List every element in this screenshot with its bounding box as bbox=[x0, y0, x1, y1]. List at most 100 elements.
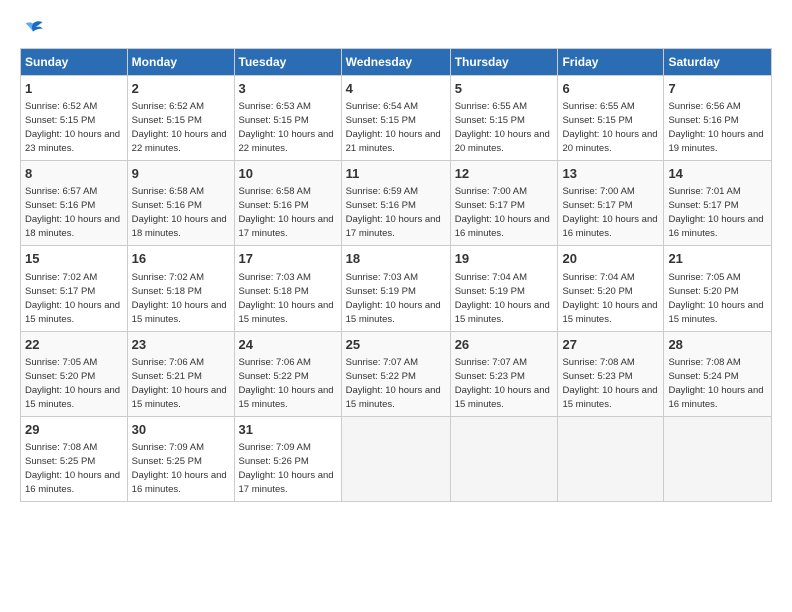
calendar-cell bbox=[558, 416, 664, 501]
day-info: Sunrise: 7:02 AMSunset: 5:18 PMDaylight:… bbox=[132, 272, 227, 325]
day-info: Sunrise: 7:01 AMSunset: 5:17 PMDaylight:… bbox=[668, 186, 763, 239]
calendar-week-row: 1 Sunrise: 6:52 AMSunset: 5:15 PMDayligh… bbox=[21, 76, 772, 161]
calendar-cell: 19 Sunrise: 7:04 AMSunset: 5:19 PMDaylig… bbox=[450, 246, 558, 331]
day-info: Sunrise: 6:52 AMSunset: 5:15 PMDaylight:… bbox=[132, 101, 227, 154]
calendar-cell: 18 Sunrise: 7:03 AMSunset: 5:19 PMDaylig… bbox=[341, 246, 450, 331]
page: SundayMondayTuesdayWednesdayThursdayFrid… bbox=[0, 0, 792, 512]
day-info: Sunrise: 7:05 AMSunset: 5:20 PMDaylight:… bbox=[25, 357, 120, 410]
calendar-cell: 5 Sunrise: 6:55 AMSunset: 5:15 PMDayligh… bbox=[450, 76, 558, 161]
calendar-week-row: 22 Sunrise: 7:05 AMSunset: 5:20 PMDaylig… bbox=[21, 331, 772, 416]
calendar-cell: 26 Sunrise: 7:07 AMSunset: 5:23 PMDaylig… bbox=[450, 331, 558, 416]
calendar-header-row: SundayMondayTuesdayWednesdayThursdayFrid… bbox=[21, 49, 772, 76]
day-info: Sunrise: 6:55 AMSunset: 5:15 PMDaylight:… bbox=[455, 101, 550, 154]
calendar-cell: 14 Sunrise: 7:01 AMSunset: 5:17 PMDaylig… bbox=[664, 161, 772, 246]
day-info: Sunrise: 6:53 AMSunset: 5:15 PMDaylight:… bbox=[239, 101, 334, 154]
calendar-cell: 27 Sunrise: 7:08 AMSunset: 5:23 PMDaylig… bbox=[558, 331, 664, 416]
calendar-cell: 13 Sunrise: 7:00 AMSunset: 5:17 PMDaylig… bbox=[558, 161, 664, 246]
day-info: Sunrise: 7:05 AMSunset: 5:20 PMDaylight:… bbox=[668, 272, 763, 325]
day-number: 31 bbox=[239, 421, 337, 439]
day-number: 13 bbox=[562, 165, 659, 183]
day-number: 20 bbox=[562, 250, 659, 268]
calendar-cell: 9 Sunrise: 6:58 AMSunset: 5:16 PMDayligh… bbox=[127, 161, 234, 246]
calendar-cell: 28 Sunrise: 7:08 AMSunset: 5:24 PMDaylig… bbox=[664, 331, 772, 416]
day-number: 6 bbox=[562, 80, 659, 98]
day-info: Sunrise: 7:08 AMSunset: 5:24 PMDaylight:… bbox=[668, 357, 763, 410]
day-info: Sunrise: 6:56 AMSunset: 5:16 PMDaylight:… bbox=[668, 101, 763, 154]
day-number: 7 bbox=[668, 80, 767, 98]
day-info: Sunrise: 7:06 AMSunset: 5:21 PMDaylight:… bbox=[132, 357, 227, 410]
day-number: 18 bbox=[346, 250, 446, 268]
day-number: 16 bbox=[132, 250, 230, 268]
calendar-cell bbox=[450, 416, 558, 501]
day-number: 4 bbox=[346, 80, 446, 98]
day-info: Sunrise: 7:04 AMSunset: 5:20 PMDaylight:… bbox=[562, 272, 657, 325]
calendar-cell: 21 Sunrise: 7:05 AMSunset: 5:20 PMDaylig… bbox=[664, 246, 772, 331]
day-info: Sunrise: 6:54 AMSunset: 5:15 PMDaylight:… bbox=[346, 101, 441, 154]
logo bbox=[20, 18, 44, 40]
calendar-cell bbox=[341, 416, 450, 501]
day-info: Sunrise: 6:57 AMSunset: 5:16 PMDaylight:… bbox=[25, 186, 120, 239]
calendar-cell: 1 Sunrise: 6:52 AMSunset: 5:15 PMDayligh… bbox=[21, 76, 128, 161]
day-number: 5 bbox=[455, 80, 554, 98]
calendar-cell: 10 Sunrise: 6:58 AMSunset: 5:16 PMDaylig… bbox=[234, 161, 341, 246]
day-number: 2 bbox=[132, 80, 230, 98]
day-number: 21 bbox=[668, 250, 767, 268]
day-number: 23 bbox=[132, 336, 230, 354]
weekday-header: Thursday bbox=[450, 49, 558, 76]
day-number: 8 bbox=[25, 165, 123, 183]
calendar-cell: 11 Sunrise: 6:59 AMSunset: 5:16 PMDaylig… bbox=[341, 161, 450, 246]
day-info: Sunrise: 6:58 AMSunset: 5:16 PMDaylight:… bbox=[132, 186, 227, 239]
calendar-week-row: 29 Sunrise: 7:08 AMSunset: 5:25 PMDaylig… bbox=[21, 416, 772, 501]
day-info: Sunrise: 7:03 AMSunset: 5:18 PMDaylight:… bbox=[239, 272, 334, 325]
day-number: 25 bbox=[346, 336, 446, 354]
day-info: Sunrise: 6:52 AMSunset: 5:15 PMDaylight:… bbox=[25, 101, 120, 154]
day-number: 19 bbox=[455, 250, 554, 268]
logo-bird-icon bbox=[22, 18, 44, 40]
day-info: Sunrise: 7:03 AMSunset: 5:19 PMDaylight:… bbox=[346, 272, 441, 325]
calendar-cell: 8 Sunrise: 6:57 AMSunset: 5:16 PMDayligh… bbox=[21, 161, 128, 246]
day-number: 29 bbox=[25, 421, 123, 439]
calendar-cell: 25 Sunrise: 7:07 AMSunset: 5:22 PMDaylig… bbox=[341, 331, 450, 416]
weekday-header: Saturday bbox=[664, 49, 772, 76]
calendar-cell: 23 Sunrise: 7:06 AMSunset: 5:21 PMDaylig… bbox=[127, 331, 234, 416]
calendar-cell: 3 Sunrise: 6:53 AMSunset: 5:15 PMDayligh… bbox=[234, 76, 341, 161]
calendar-cell: 4 Sunrise: 6:54 AMSunset: 5:15 PMDayligh… bbox=[341, 76, 450, 161]
day-number: 1 bbox=[25, 80, 123, 98]
weekday-header: Monday bbox=[127, 49, 234, 76]
day-number: 15 bbox=[25, 250, 123, 268]
calendar-cell bbox=[664, 416, 772, 501]
day-number: 28 bbox=[668, 336, 767, 354]
day-info: Sunrise: 6:58 AMSunset: 5:16 PMDaylight:… bbox=[239, 186, 334, 239]
calendar-table: SundayMondayTuesdayWednesdayThursdayFrid… bbox=[20, 48, 772, 502]
calendar-cell: 2 Sunrise: 6:52 AMSunset: 5:15 PMDayligh… bbox=[127, 76, 234, 161]
calendar-cell: 31 Sunrise: 7:09 AMSunset: 5:26 PMDaylig… bbox=[234, 416, 341, 501]
day-info: Sunrise: 7:02 AMSunset: 5:17 PMDaylight:… bbox=[25, 272, 120, 325]
calendar-cell: 12 Sunrise: 7:00 AMSunset: 5:17 PMDaylig… bbox=[450, 161, 558, 246]
day-info: Sunrise: 7:08 AMSunset: 5:25 PMDaylight:… bbox=[25, 442, 120, 495]
day-info: Sunrise: 7:00 AMSunset: 5:17 PMDaylight:… bbox=[455, 186, 550, 239]
calendar-cell: 6 Sunrise: 6:55 AMSunset: 5:15 PMDayligh… bbox=[558, 76, 664, 161]
day-info: Sunrise: 7:06 AMSunset: 5:22 PMDaylight:… bbox=[239, 357, 334, 410]
calendar-cell: 24 Sunrise: 7:06 AMSunset: 5:22 PMDaylig… bbox=[234, 331, 341, 416]
calendar-week-row: 15 Sunrise: 7:02 AMSunset: 5:17 PMDaylig… bbox=[21, 246, 772, 331]
day-info: Sunrise: 7:04 AMSunset: 5:19 PMDaylight:… bbox=[455, 272, 550, 325]
calendar-cell: 15 Sunrise: 7:02 AMSunset: 5:17 PMDaylig… bbox=[21, 246, 128, 331]
day-number: 3 bbox=[239, 80, 337, 98]
day-info: Sunrise: 7:08 AMSunset: 5:23 PMDaylight:… bbox=[562, 357, 657, 410]
day-info: Sunrise: 7:07 AMSunset: 5:23 PMDaylight:… bbox=[455, 357, 550, 410]
day-info: Sunrise: 6:59 AMSunset: 5:16 PMDaylight:… bbox=[346, 186, 441, 239]
weekday-header: Friday bbox=[558, 49, 664, 76]
calendar-week-row: 8 Sunrise: 6:57 AMSunset: 5:16 PMDayligh… bbox=[21, 161, 772, 246]
day-info: Sunrise: 7:07 AMSunset: 5:22 PMDaylight:… bbox=[346, 357, 441, 410]
weekday-header: Tuesday bbox=[234, 49, 341, 76]
day-number: 17 bbox=[239, 250, 337, 268]
day-info: Sunrise: 7:09 AMSunset: 5:26 PMDaylight:… bbox=[239, 442, 334, 495]
day-info: Sunrise: 7:09 AMSunset: 5:25 PMDaylight:… bbox=[132, 442, 227, 495]
calendar-cell: 7 Sunrise: 6:56 AMSunset: 5:16 PMDayligh… bbox=[664, 76, 772, 161]
calendar-cell: 30 Sunrise: 7:09 AMSunset: 5:25 PMDaylig… bbox=[127, 416, 234, 501]
day-number: 22 bbox=[25, 336, 123, 354]
day-number: 27 bbox=[562, 336, 659, 354]
weekday-header: Wednesday bbox=[341, 49, 450, 76]
calendar-cell: 29 Sunrise: 7:08 AMSunset: 5:25 PMDaylig… bbox=[21, 416, 128, 501]
day-info: Sunrise: 7:00 AMSunset: 5:17 PMDaylight:… bbox=[562, 186, 657, 239]
